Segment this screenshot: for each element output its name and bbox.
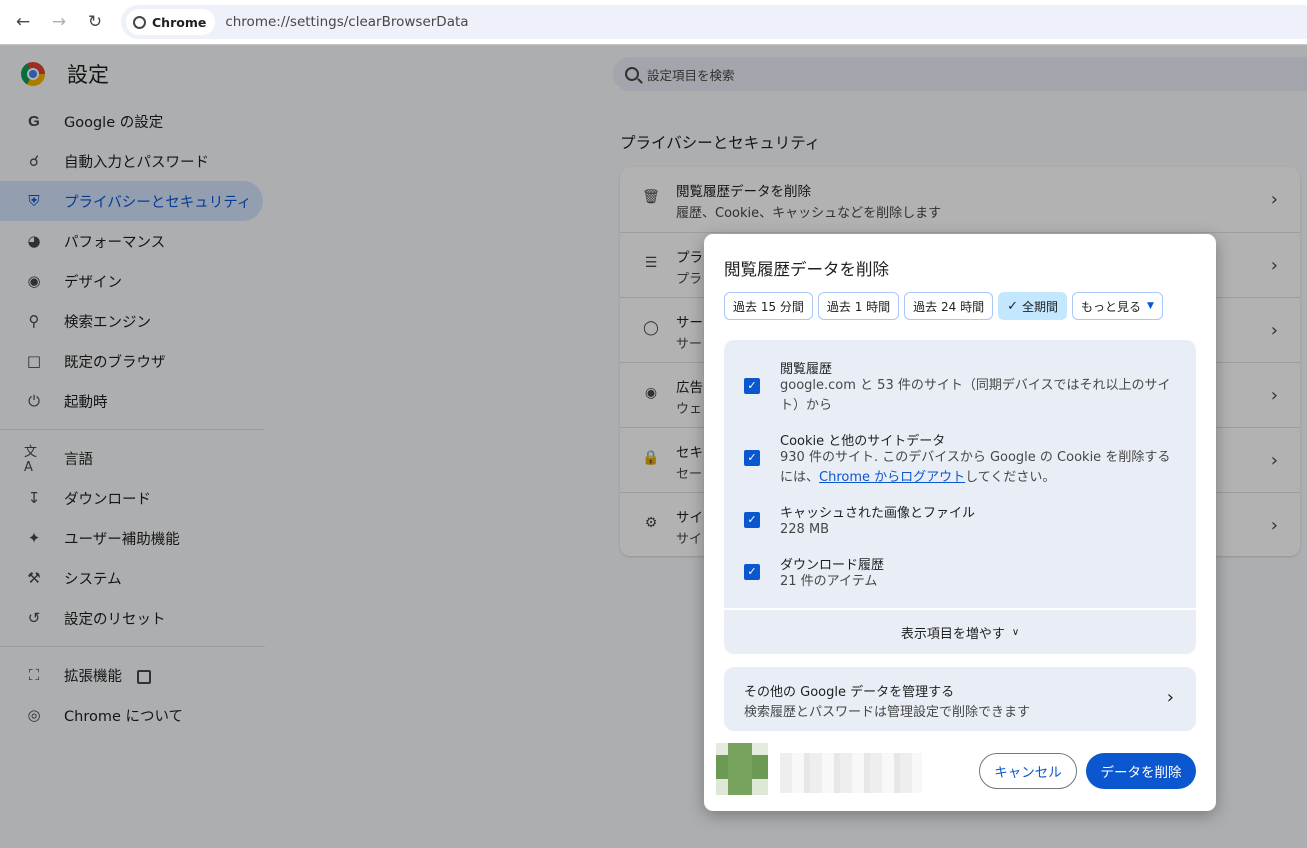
- account-info: [712, 741, 932, 797]
- data-type-list: ✓ 閲覧履歴 google.com と 53 件のサイト（同期デバイスではそれ以…: [724, 340, 1196, 608]
- clear-browsing-data-dialog: 閲覧履歴データを削除 過去 15 分間 過去 1 時間 過去 24 時間 ✓ 全…: [704, 234, 1216, 811]
- forward-arrow-icon[interactable]: →: [41, 4, 77, 40]
- chrome-logo-icon: [133, 15, 146, 29]
- site-info-chip[interactable]: Chrome: [126, 9, 216, 35]
- tab-more-dropdown[interactable]: もっと見る ▼: [1072, 292, 1163, 320]
- checkbox-cache[interactable]: ✓: [744, 512, 760, 528]
- tab-last-15-minutes[interactable]: 過去 15 分間: [724, 292, 813, 320]
- chevron-right-icon: ›: [1166, 687, 1174, 708]
- address-bar[interactable]: Chrome chrome://settings/clearBrowserDat…: [121, 5, 1307, 39]
- back-arrow-icon[interactable]: ←: [5, 4, 41, 40]
- checkmark-icon: ✓: [1007, 298, 1018, 314]
- url-text[interactable]: chrome://settings/clearBrowserData: [225, 14, 468, 30]
- chip-label: Chrome: [152, 14, 207, 30]
- checkbox-browsing-history[interactable]: ✓: [744, 378, 760, 394]
- caret-down-icon: ▼: [1147, 301, 1154, 311]
- tab-all-time[interactable]: ✓ 全期間: [998, 292, 1067, 320]
- tab-last-24-hours[interactable]: 過去 24 時間: [904, 292, 994, 320]
- checkbox-cookies[interactable]: ✓: [744, 450, 760, 466]
- checkbox-download-history[interactable]: ✓: [744, 564, 760, 580]
- manage-google-data-row[interactable]: その他の Google データを管理する 検索履歴とパスワードは管理設定で削除で…: [724, 667, 1196, 731]
- browser-toolbar: ← → ↻ Chrome chrome://settings/clearBrow…: [0, 0, 1307, 45]
- tab-last-hour[interactable]: 過去 1 時間: [817, 292, 900, 320]
- show-more-button[interactable]: 表示項目を増やす ∨: [724, 610, 1196, 654]
- sign-out-link[interactable]: Chrome からログアウト: [819, 470, 965, 485]
- cancel-button[interactable]: キャンセル: [979, 753, 1077, 789]
- chevron-down-icon: ∨: [1011, 626, 1020, 638]
- avatar: [716, 743, 768, 795]
- account-name-redacted: [780, 753, 922, 793]
- dialog-title: 閲覧履歴データを削除: [724, 260, 889, 279]
- time-range-tabs: 過去 15 分間 過去 1 時間 過去 24 時間 ✓ 全期間 もっと見る ▼: [724, 292, 1168, 320]
- delete-data-button[interactable]: データを削除: [1086, 753, 1196, 789]
- reload-icon[interactable]: ↻: [77, 4, 113, 40]
